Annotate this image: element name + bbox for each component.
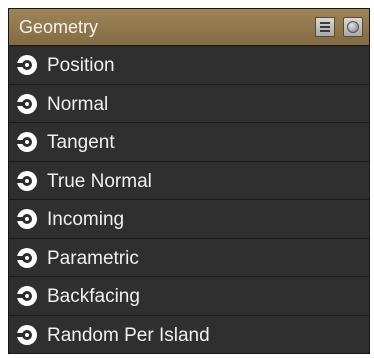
output-socket-icon[interactable] [16,324,37,345]
output-true-normal[interactable]: True Normal [9,161,369,200]
output-label: Backfacing [47,286,140,307]
output-position[interactable]: Position [9,46,369,85]
geometry-node[interactable]: Geometry Position Normal Tangent True No… [8,8,370,354]
node-header[interactable]: Geometry [9,9,369,46]
output-socket-icon[interactable] [16,209,37,229]
output-list: Position Normal Tangent True Normal Inco… [9,46,369,354]
output-label: Incoming [47,209,125,230]
node-title: Geometry [19,17,99,37]
output-normal[interactable]: Normal [9,84,369,123]
output-random-per-island[interactable]: Random Per Island [9,315,369,354]
output-label: Parametric [47,247,139,269]
output-label: True Normal [47,170,152,192]
output-label: Position [47,55,115,76]
output-backfacing[interactable]: Backfacing [9,277,369,316]
output-socket-icon[interactable] [16,170,37,191]
output-socket-icon[interactable] [16,93,37,114]
output-socket-icon[interactable] [16,55,37,75]
sphere-preview-icon[interactable] [343,17,363,37]
output-label: Tangent [47,132,115,153]
output-label: Normal [47,93,109,115]
output-label: Random Per Island [47,324,210,346]
output-socket-icon[interactable] [16,286,37,306]
output-parametric[interactable]: Parametric [9,238,369,277]
output-socket-icon[interactable] [16,247,37,268]
list-icon[interactable] [315,17,335,37]
output-incoming[interactable]: Incoming [9,200,369,239]
output-tangent[interactable]: Tangent [9,123,369,162]
output-socket-icon[interactable] [16,132,37,152]
